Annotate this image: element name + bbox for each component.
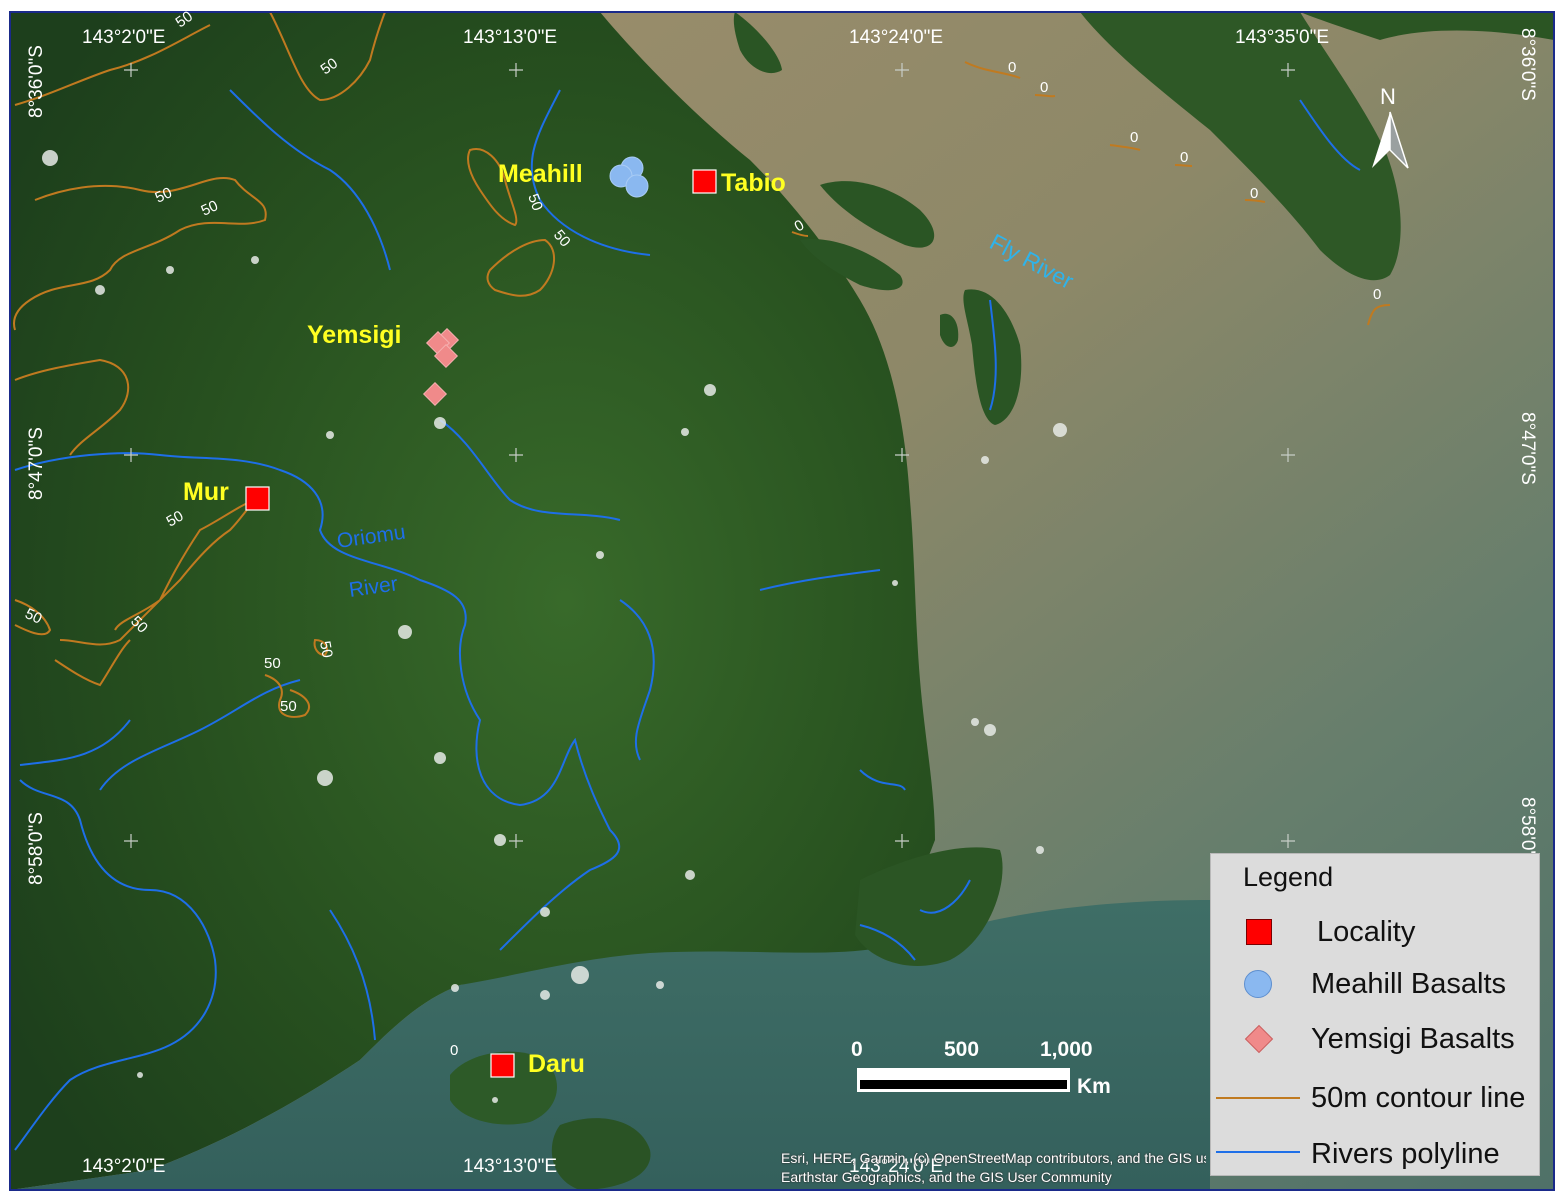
lat-label-right-2: 8°47'0"S <box>1517 412 1538 485</box>
legend-item-label: Rivers polyline <box>1311 1138 1500 1170</box>
lat-label-right-1: 8°36'0"S <box>1517 28 1538 101</box>
north-arrow-label: N <box>1380 84 1396 109</box>
contour-label: 50 <box>264 655 281 672</box>
legend-item-locality: Locality <box>1211 912 1541 952</box>
orange-line-icon <box>1216 1097 1300 1099</box>
contour-label: 50 <box>280 698 297 715</box>
scale-tick-0: 0 <box>851 1038 863 1061</box>
daru-label: Daru <box>528 1050 585 1078</box>
lon-label-top-1: 143°2'0"E <box>82 27 165 48</box>
mur-locality-marker[interactable] <box>245 486 270 511</box>
contour-label: 0 <box>1008 59 1016 76</box>
yemsigi-label: Yemsigi <box>307 321 402 349</box>
legend-item-meahill: Meahill Basalts <box>1211 964 1541 1004</box>
legend-item-label: Meahill Basalts <box>1311 968 1507 1000</box>
attribution: Esri, HERE, Garmin, (c) OpenStreetMap co… <box>781 1149 1206 1187</box>
blue-line-icon <box>1216 1151 1300 1153</box>
scale-tick-1000: 1,000 <box>1040 1038 1093 1061</box>
scale-unit: Km <box>1077 1075 1111 1098</box>
blue-circle-icon <box>1244 970 1272 998</box>
legend: Legend Locality Meahill Basalts Yemsigi … <box>1210 853 1540 1176</box>
contour-label: 0 <box>1130 129 1138 146</box>
lat-label-left-2: 8°47'0"S <box>26 427 47 500</box>
legend-item-label: Locality <box>1317 916 1416 948</box>
legend-item-contour: 50m contour line <box>1211 1078 1541 1118</box>
lon-label-top-2: 143°13'0"E <box>463 27 557 48</box>
contour-label: 0 <box>1180 149 1188 166</box>
scale-bar-inner <box>860 1080 1067 1089</box>
lat-label-left-1: 8°36'0"S <box>26 45 47 118</box>
locality-square-icon <box>1246 919 1272 945</box>
tabio-locality-marker[interactable] <box>692 169 717 194</box>
contour-label: 0 <box>1250 185 1258 202</box>
contour-label: 50 <box>316 640 336 659</box>
lat-label-left-3: 8°58'0"S <box>26 812 47 885</box>
legend-item-rivers: Rivers polyline <box>1211 1134 1541 1174</box>
legend-item-label: Yemsigi Basalts <box>1311 1023 1515 1055</box>
attribution-line-2: Earthstar Geographics, and the GIS User … <box>781 1169 1112 1185</box>
attribution-line-1: Esri, HERE, Garmin, (c) OpenStreetMap co… <box>781 1150 1206 1166</box>
tabio-label: Tabio <box>721 169 786 197</box>
meahill-basalt-point[interactable] <box>625 174 649 198</box>
daru-locality-marker[interactable] <box>490 1053 515 1078</box>
contour-label: 0 <box>450 1042 458 1059</box>
lon-label-top-4: 143°35'0"E <box>1235 27 1329 48</box>
legend-title: Legend <box>1243 862 1334 892</box>
mur-label: Mur <box>183 478 229 506</box>
legend-item-label: 50m contour line <box>1311 1082 1526 1114</box>
scale-tick-500: 500 <box>944 1038 979 1061</box>
pink-diamond-icon <box>1244 1024 1274 1054</box>
legend-item-yemsigi: Yemsigi Basalts <box>1211 1019 1541 1059</box>
lon-label-bottom-2: 143°13'0"E <box>463 1156 557 1177</box>
contour-label: 0 <box>1373 286 1381 303</box>
contour-label: 0 <box>1040 79 1048 96</box>
lon-label-top-3: 143°24'0"E <box>849 27 943 48</box>
lon-label-bottom-1: 143°2'0"E <box>82 1156 165 1177</box>
meahill-label: Meahill <box>498 160 583 188</box>
